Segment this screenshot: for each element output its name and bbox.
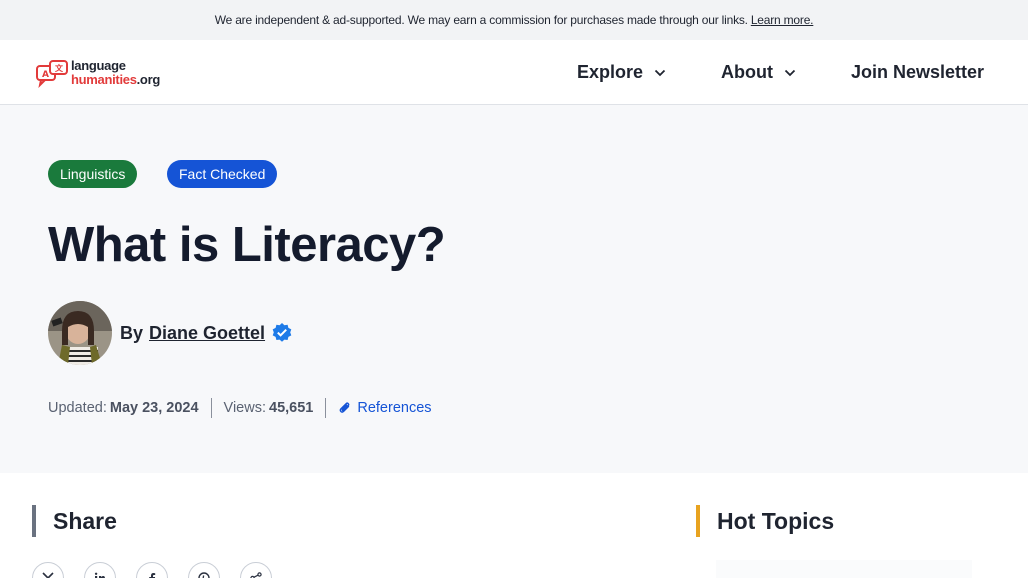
chevron-down-icon bbox=[654, 69, 666, 76]
author-byline: By Diane Goettel bbox=[48, 301, 293, 365]
linkedin-icon bbox=[94, 572, 105, 578]
share-pinterest-button[interactable] bbox=[188, 562, 220, 578]
meta-divider bbox=[210, 398, 212, 418]
views-label: Views: bbox=[223, 400, 266, 416]
author-link[interactable]: Diane Goettel bbox=[149, 323, 265, 344]
updated-date: May 23, 2024 bbox=[109, 400, 199, 416]
nav-join-newsletter[interactable]: Join Newsletter bbox=[851, 62, 984, 83]
main-nav: Explore About Join Newsletter bbox=[577, 40, 984, 105]
nav-about-label: About bbox=[720, 62, 773, 82]
nav-join-newsletter-label: Join Newsletter bbox=[850, 62, 984, 82]
share-heading: Share bbox=[32, 505, 117, 537]
tag-fact-checked[interactable]: Fact Checked bbox=[167, 160, 278, 188]
share-buttons bbox=[32, 562, 292, 578]
disclosure-bar: We are independent & ad-supported. We ma… bbox=[0, 0, 1028, 40]
tag-linguistics[interactable]: Linguistics bbox=[48, 160, 138, 188]
nav-explore-label: Explore bbox=[576, 62, 643, 82]
facebook-icon bbox=[149, 573, 156, 578]
logo-line2-ext: .org bbox=[136, 72, 161, 87]
page-title: What is Literacy? bbox=[48, 218, 446, 272]
byline-prefix: By bbox=[120, 322, 144, 343]
learn-more-link[interactable]: Learn more. bbox=[751, 13, 814, 27]
share-facebook-button[interactable] bbox=[136, 562, 168, 578]
paperclip-icon bbox=[339, 402, 350, 413]
references-link[interactable]: References bbox=[338, 400, 432, 416]
verified-badge-icon bbox=[272, 323, 292, 342]
nav-about[interactable]: About bbox=[721, 62, 796, 83]
x-icon bbox=[42, 572, 54, 578]
hot-topic-thumbnail[interactable] bbox=[716, 560, 972, 578]
speech-bubbles-logo-icon: A 文 bbox=[35, 58, 69, 89]
article-hero: Linguistics Fact Checked What is Literac… bbox=[0, 105, 1028, 473]
site-logo[interactable]: A 文 language humanities.org bbox=[35, 58, 161, 89]
logo-line2-main: humanities bbox=[71, 72, 137, 87]
chevron-down-icon bbox=[784, 69, 796, 76]
share-icon bbox=[250, 572, 262, 578]
share-linkedin-button[interactable] bbox=[84, 562, 116, 578]
references-label: References bbox=[357, 400, 432, 416]
nav-explore[interactable]: Explore bbox=[577, 62, 666, 83]
updated-label: Updated: bbox=[48, 400, 107, 416]
pinterest-icon bbox=[198, 572, 210, 578]
share-link-button[interactable] bbox=[240, 562, 272, 578]
meta-divider bbox=[325, 398, 327, 418]
share-x-button[interactable] bbox=[32, 562, 64, 578]
disclosure-text: We are independent & ad-supported. We ma… bbox=[214, 13, 748, 27]
hot-topics-heading: Hot Topics bbox=[696, 505, 834, 537]
views-count: 45,651 bbox=[269, 400, 314, 416]
article-meta: Updated: May 23, 2024 Views: 45,651 Refe… bbox=[48, 398, 432, 418]
site-header: A 文 language humanities.org Explore Abou… bbox=[0, 40, 1028, 105]
svg-text:A: A bbox=[42, 70, 49, 80]
svg-text:文: 文 bbox=[55, 63, 64, 73]
logo-line1: language bbox=[71, 58, 126, 73]
avatar[interactable] bbox=[48, 301, 112, 365]
